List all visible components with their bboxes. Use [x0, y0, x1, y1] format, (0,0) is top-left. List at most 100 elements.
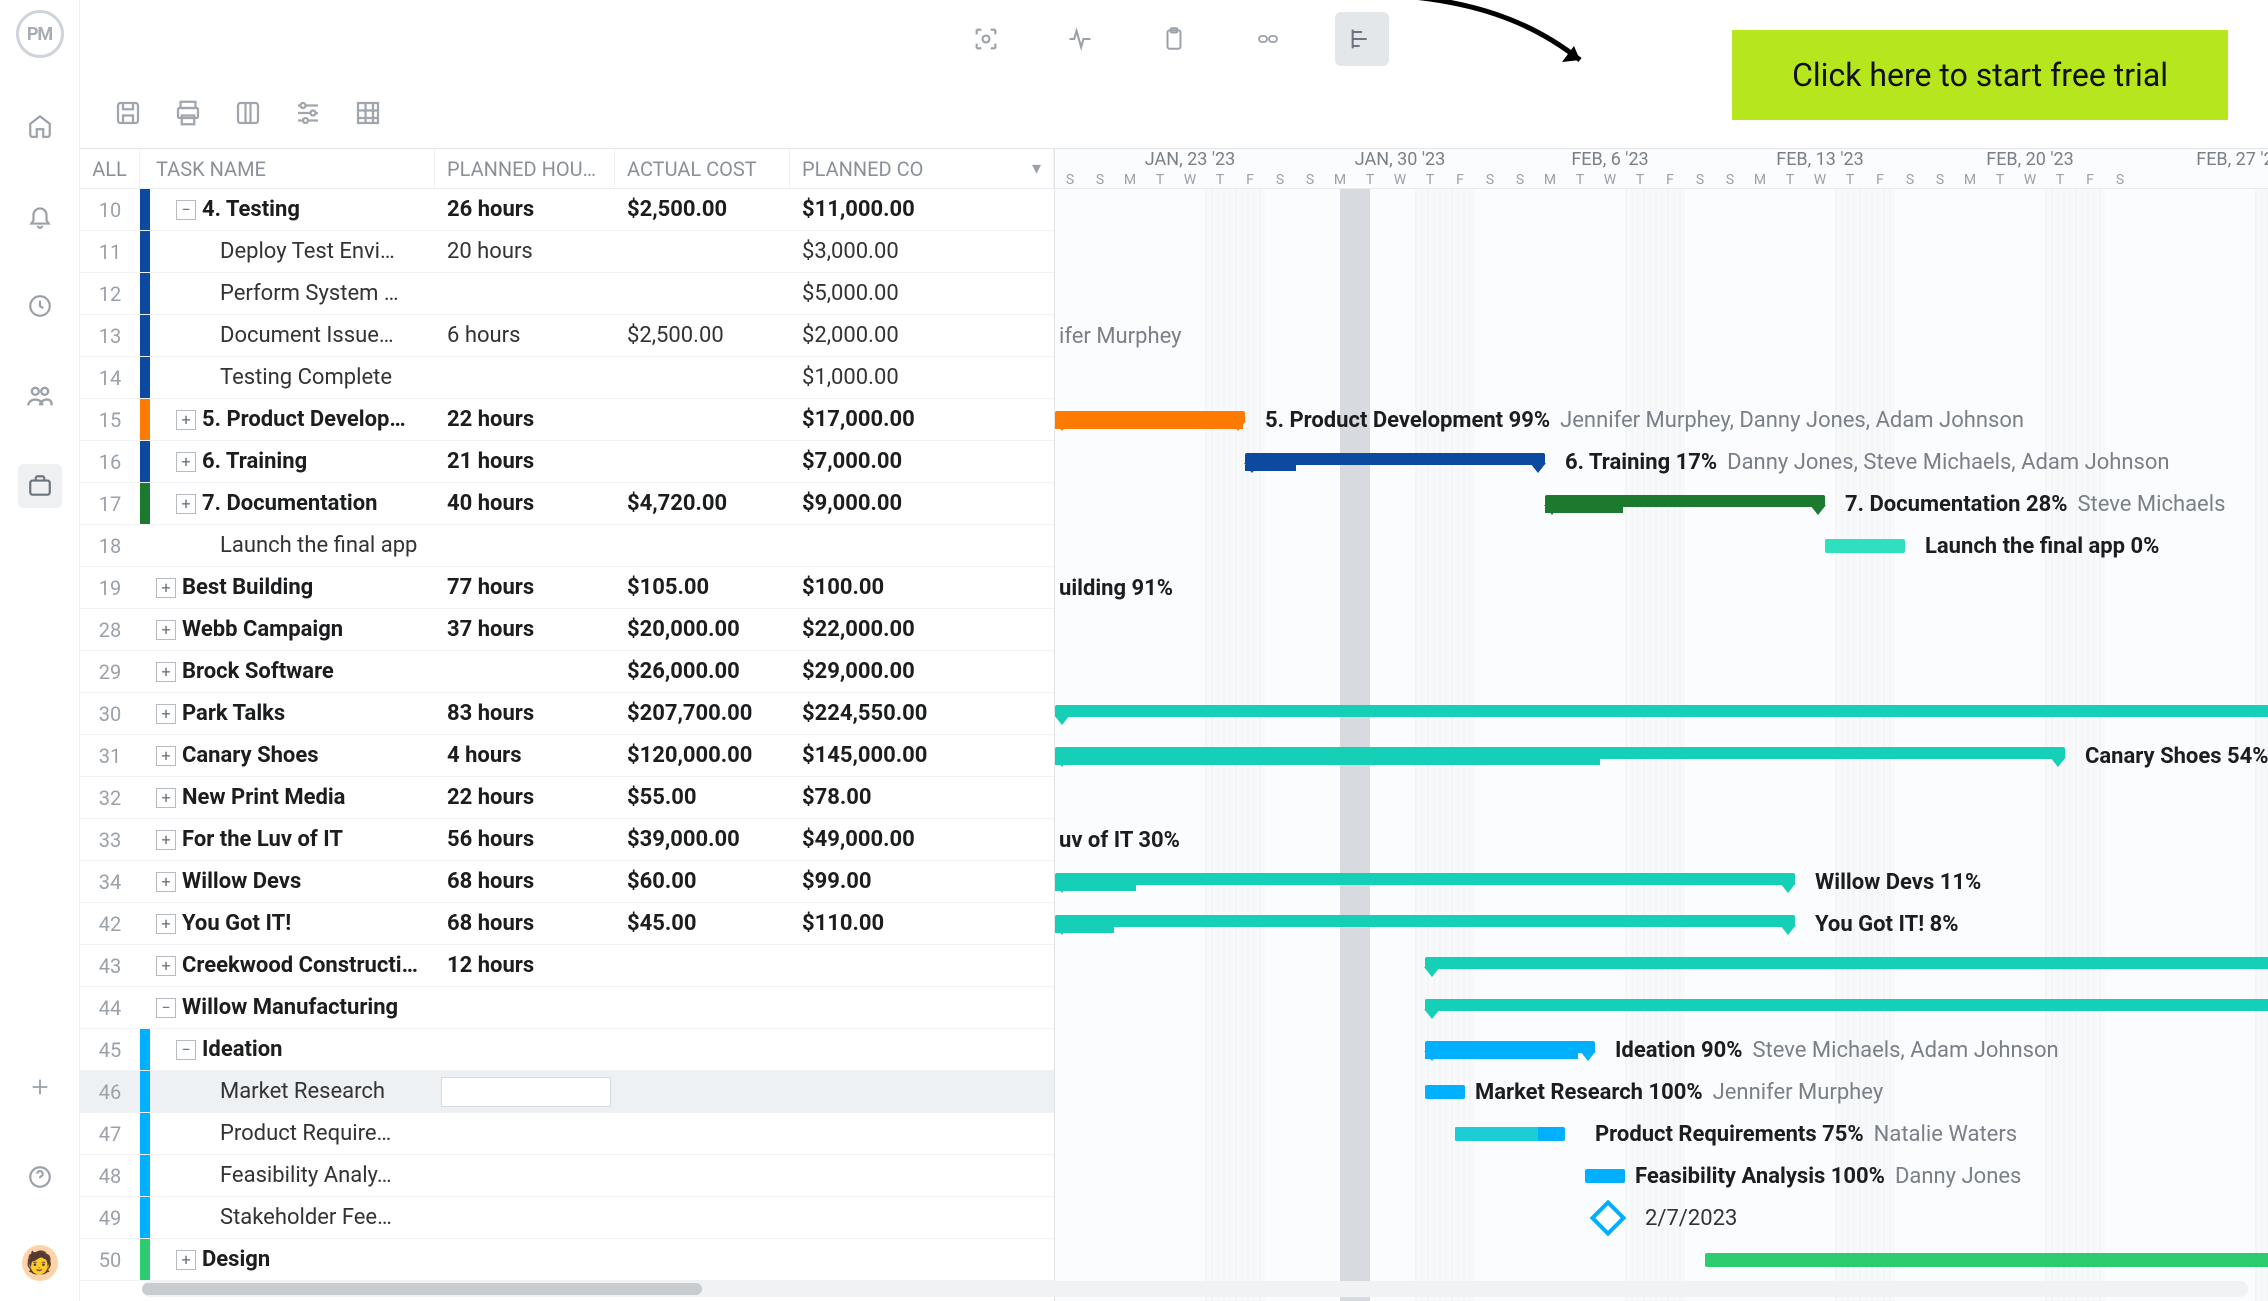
actual-cost-cell[interactable]	[615, 273, 790, 314]
planned-cost-cell[interactable]: $99.00	[790, 861, 970, 902]
planned-hours-cell[interactable]: 77 hours	[435, 567, 615, 608]
task-cell[interactable]: Feasibility Analy…	[150, 1155, 435, 1196]
table-row[interactable]: 34 + Willow Devs 68 hours $60.00 $99.00	[80, 861, 1054, 903]
planned-hours-cell[interactable]	[435, 1197, 615, 1238]
actual-cost-cell[interactable]	[615, 1029, 790, 1070]
table-row[interactable]: 49 Stakeholder Fee…	[80, 1197, 1054, 1239]
actual-cost-cell[interactable]: $60.00	[615, 861, 790, 902]
column-task-name[interactable]: TASK NAME	[140, 149, 435, 188]
actual-cost-cell[interactable]	[615, 357, 790, 398]
planned-cost-cell[interactable]: $49,000.00	[790, 819, 970, 860]
planned-cost-cell[interactable]: $9,000.00	[790, 483, 970, 524]
planned-hours-cell[interactable]	[435, 1113, 615, 1154]
planned-cost-cell[interactable]	[790, 1029, 970, 1070]
task-bar[interactable]	[1585, 1169, 1625, 1183]
task-cell[interactable]: + You Got IT!	[150, 903, 435, 944]
actual-cost-cell[interactable]	[615, 441, 790, 482]
actual-cost-cell[interactable]: $207,700.00	[615, 693, 790, 734]
planned-cost-cell[interactable]	[790, 1071, 970, 1112]
task-cell[interactable]: Document Issue…	[150, 315, 435, 356]
table-row[interactable]: 15 + 5. Product Develop… 22 hours $17,00…	[80, 399, 1054, 441]
table-row[interactable]: 42 + You Got IT! 68 hours $45.00 $110.00	[80, 903, 1054, 945]
nav-portfolio[interactable]	[18, 464, 62, 508]
planned-cost-cell[interactable]: $2,000.00	[790, 315, 970, 356]
planned-cost-cell[interactable]: $100.00	[790, 567, 970, 608]
actual-cost-cell[interactable]: $45.00	[615, 903, 790, 944]
task-cell[interactable]: + Canary Shoes	[150, 735, 435, 776]
table-row[interactable]: 17 + 7. Documentation 40 hours $4,720.00…	[80, 483, 1054, 525]
actual-cost-cell[interactable]	[615, 1197, 790, 1238]
nav-time[interactable]	[18, 284, 62, 328]
collapse-icon[interactable]: −	[176, 200, 196, 220]
actual-cost-cell[interactable]: $20,000.00	[615, 609, 790, 650]
table-row[interactable]: 33 + For the Luv of IT 56 hours $39,000.…	[80, 819, 1054, 861]
task-cell[interactable]: Stakeholder Fee…	[150, 1197, 435, 1238]
planned-hours-cell[interactable]: 56 hours	[435, 819, 615, 860]
planned-cost-cell[interactable]: $5,000.00	[790, 273, 970, 314]
task-cell[interactable]: + 5. Product Develop…	[150, 399, 435, 440]
table-row[interactable]: 50 + Design	[80, 1239, 1054, 1281]
task-cell[interactable]: + 6. Training	[150, 441, 435, 482]
column-planned-cost[interactable]: PLANNED CO▾	[790, 149, 1054, 188]
task-bar[interactable]	[1705, 1253, 2268, 1267]
view-activity[interactable]	[1053, 12, 1107, 66]
nav-team[interactable]	[18, 374, 62, 418]
table-row[interactable]: 45 − Ideation	[80, 1029, 1054, 1071]
task-cell[interactable]: Deploy Test Envi…	[150, 231, 435, 272]
view-board[interactable]	[1147, 12, 1201, 66]
planned-cost-cell[interactable]: $17,000.00	[790, 399, 970, 440]
task-cell[interactable]: + Willow Devs	[150, 861, 435, 902]
horizontal-scrollbar[interactable]	[142, 1281, 2248, 1297]
planned-cost-cell[interactable]: $22,000.00	[790, 609, 970, 650]
planned-hours-cell[interactable]	[435, 525, 615, 566]
planned-cost-cell[interactable]: $224,550.00	[790, 693, 970, 734]
planned-hours-cell[interactable]: 22 hours	[435, 399, 615, 440]
table-row[interactable]: 43 + Creekwood Constructi… 12 hours	[80, 945, 1054, 987]
planned-cost-cell[interactable]: $7,000.00	[790, 441, 970, 482]
actual-cost-cell[interactable]	[615, 1239, 790, 1280]
view-link[interactable]	[1241, 12, 1295, 66]
actual-cost-cell[interactable]	[615, 1113, 790, 1154]
summary-bar[interactable]	[1425, 999, 2268, 1011]
actual-cost-cell[interactable]	[615, 399, 790, 440]
planned-hours-cell[interactable]	[435, 1239, 615, 1280]
user-avatar[interactable]: 🧑	[22, 1245, 58, 1281]
task-cell[interactable]: + 7. Documentation	[150, 483, 435, 524]
table-row[interactable]: 31 + Canary Shoes 4 hours $120,000.00 $1…	[80, 735, 1054, 777]
collapse-icon[interactable]: −	[156, 998, 176, 1018]
planned-hours-cell[interactable]	[435, 1155, 615, 1196]
planned-hours-cell[interactable]: 37 hours	[435, 609, 615, 650]
planned-hours-cell[interactable]: 21 hours	[435, 441, 615, 482]
nav-home[interactable]	[18, 104, 62, 148]
task-cell[interactable]: + Design	[150, 1239, 435, 1280]
table-row[interactable]: 10 − 4. Testing 26 hours $2,500.00 $11,0…	[80, 189, 1054, 231]
actual-cost-cell[interactable]: $2,500.00	[615, 315, 790, 356]
actual-cost-cell[interactable]: $39,000.00	[615, 819, 790, 860]
planned-cost-cell[interactable]: $145,000.00	[790, 735, 970, 776]
expand-icon[interactable]: +	[156, 578, 176, 598]
planned-hours-cell[interactable]: 83 hours	[435, 693, 615, 734]
gantt-chart[interactable]: JAN, 23 '23JAN, 30 '23FEB, 6 '23FEB, 13 …	[1055, 149, 2268, 1301]
planned-hours-cell[interactable]	[435, 651, 615, 692]
planned-hours-cell[interactable]: 68 hours	[435, 903, 615, 944]
planned-cost-cell[interactable]: $78.00	[790, 777, 970, 818]
planned-hours-cell[interactable]	[435, 987, 615, 1028]
table-row[interactable]: 28 + Webb Campaign 37 hours $20,000.00 $…	[80, 609, 1054, 651]
summary-bar[interactable]	[1425, 1041, 1595, 1053]
planned-hours-cell[interactable]	[435, 1029, 615, 1070]
nav-notifications[interactable]	[18, 194, 62, 238]
expand-icon[interactable]: +	[176, 410, 196, 430]
expand-icon[interactable]: +	[176, 494, 196, 514]
actual-cost-cell[interactable]: $55.00	[615, 777, 790, 818]
nav-add[interactable]	[18, 1065, 62, 1109]
summary-bar[interactable]	[1425, 957, 2268, 969]
expand-icon[interactable]: +	[156, 914, 176, 934]
table-row[interactable]: 30 + Park Talks 83 hours $207,700.00 $22…	[80, 693, 1054, 735]
table-row[interactable]: 29 + Brock Software $26,000.00 $29,000.0…	[80, 651, 1054, 693]
task-cell[interactable]: − Willow Manufacturing	[150, 987, 435, 1028]
expand-icon[interactable]: +	[156, 830, 176, 850]
actual-cost-cell[interactable]: $26,000.00	[615, 651, 790, 692]
task-cell[interactable]: + Best Building	[150, 567, 435, 608]
milestone-marker[interactable]	[1590, 1200, 1627, 1237]
task-cell[interactable]: Perform System …	[150, 273, 435, 314]
